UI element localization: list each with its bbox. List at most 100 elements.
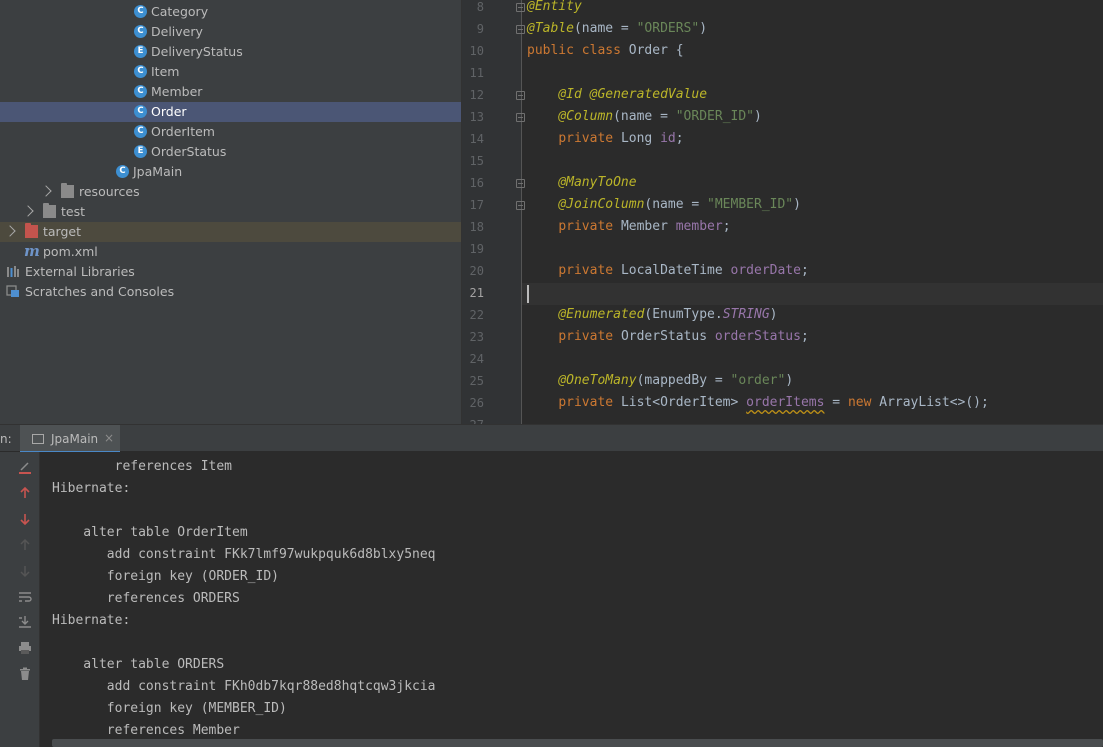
- chevron-right-icon[interactable]: [4, 225, 16, 237]
- line-number: 27: [462, 414, 484, 424]
- tree-item-label: OrderItem: [151, 124, 215, 139]
- line-number: 10: [469, 44, 484, 58]
- console-line: Hibernate:: [52, 613, 139, 628]
- code-line-8[interactable]: @Entity: [527, 0, 582, 18]
- stop-icon[interactable]: [17, 460, 33, 476]
- folder-icon: [61, 183, 74, 198]
- arrow-down-icon[interactable]: [17, 511, 33, 527]
- code-line-14[interactable]: private Long id;: [527, 128, 683, 150]
- tree-item-external-libraries[interactable]: External Libraries: [0, 262, 461, 282]
- class-icon: C: [134, 125, 147, 138]
- code-text: ArrayList<>();: [871, 395, 989, 410]
- code-line-16[interactable]: @ManyToOne: [527, 172, 637, 194]
- run-tool-window-header: n: JpaMain ×: [0, 424, 1103, 453]
- code-line-17[interactable]: @JoinColumn(name = "MEMBER_ID"): [527, 194, 801, 216]
- annotation: @Column: [558, 109, 614, 124]
- tree-item-scratches[interactable]: Scratches and Consoles: [0, 282, 461, 302]
- annotation: @Table: [527, 21, 574, 36]
- annotation: @Entity: [527, 0, 582, 14]
- soft-wrap-icon[interactable]: [17, 589, 33, 605]
- console-line: alter table OrderItem: [52, 525, 256, 540]
- print-icon[interactable]: [17, 640, 33, 656]
- string-literal: "ORDER_ID": [675, 109, 755, 124]
- code-line-18[interactable]: private Member member;: [527, 216, 730, 238]
- fold-icon[interactable]: [516, 25, 525, 34]
- code-text: (EnumType.: [644, 307, 723, 322]
- console-line: alter table ORDERS: [52, 657, 233, 672]
- folder-icon: [43, 203, 56, 218]
- annotation: @GeneratedValue: [589, 87, 708, 102]
- code-line-13[interactable]: @Column(name = "ORDER_ID"): [527, 106, 762, 128]
- keyword: private: [558, 329, 614, 344]
- fold-icon[interactable]: [516, 201, 525, 210]
- console-line: foreign key (ORDER_ID): [52, 569, 287, 584]
- line-number: 14: [469, 132, 484, 146]
- arrow-down-disabled-icon: [17, 563, 33, 579]
- tree-item-jpamain[interactable]: C JpaMain: [0, 162, 461, 182]
- console-icon: [32, 434, 44, 444]
- horizontal-scrollbar[interactable]: [52, 739, 1103, 747]
- field-name: id: [660, 131, 676, 146]
- code-line-26[interactable]: private List<OrderItem> orderItems = new…: [527, 392, 989, 414]
- line-number: 26: [469, 396, 484, 410]
- chevron-right-icon[interactable]: [40, 185, 52, 197]
- console-output[interactable]: references Item Hibernate: alter table O…: [40, 452, 1103, 747]
- tree-item-resources[interactable]: resources: [0, 182, 461, 202]
- scroll-to-end-icon[interactable]: [17, 614, 33, 630]
- tree-item-category[interactable]: C Category: [0, 2, 461, 22]
- class-icon: C: [134, 65, 147, 78]
- tree-item-label: resources: [79, 184, 140, 199]
- tree-item-orderitem[interactable]: C OrderItem: [0, 122, 461, 142]
- fold-icon[interactable]: [516, 113, 525, 122]
- string-literal: "ORDERS": [636, 21, 700, 36]
- tree-item-label: JpaMain: [133, 164, 183, 179]
- code-line-23[interactable]: private OrderStatus orderStatus;: [527, 326, 808, 348]
- string-literal: "MEMBER_ID": [707, 197, 794, 212]
- current-line-highlight: [522, 283, 1103, 305]
- fold-icon[interactable]: [516, 91, 525, 100]
- line-number: 15: [469, 154, 484, 168]
- code-line-12[interactable]: @Id @GeneratedValue: [527, 84, 707, 106]
- chevron-right-icon[interactable]: [22, 205, 34, 217]
- scratches-icon: [6, 285, 19, 298]
- editor-gutter: 8 9 10 11 12 13 14 15 16 17 18 19 20 21 …: [462, 0, 525, 424]
- code-editor[interactable]: 8 9 10 11 12 13 14 15 16 17 18 19 20 21 …: [461, 0, 1103, 424]
- fold-icon[interactable]: [516, 179, 525, 188]
- code-text: =: [824, 395, 848, 410]
- tree-item-delivery[interactable]: C Delivery: [0, 22, 461, 42]
- enum-icon: E: [134, 145, 147, 158]
- line-number: 20: [469, 264, 484, 278]
- code-text: ): [785, 373, 794, 388]
- tree-item-label: DeliveryStatus: [151, 44, 243, 59]
- tree-item-label: Order: [151, 104, 187, 119]
- tree-item-member[interactable]: C Member: [0, 82, 461, 102]
- console-line: references Item: [52, 459, 233, 474]
- tree-item-test[interactable]: test: [0, 202, 461, 222]
- keyword: private: [558, 263, 614, 278]
- tree-item-deliverystatus[interactable]: E DeliveryStatus: [0, 42, 461, 62]
- code-line-9[interactable]: @Table(name = "ORDERS"): [527, 18, 707, 40]
- arrow-up-icon[interactable]: [17, 485, 33, 501]
- close-icon[interactable]: ×: [104, 431, 114, 445]
- tree-item-orderstatus[interactable]: E OrderStatus: [0, 142, 461, 162]
- code-line-22[interactable]: @Enumerated(EnumType.STRING): [527, 304, 777, 326]
- tree-item-label: Scratches and Consoles: [25, 284, 175, 299]
- field-name: orderStatus: [714, 329, 801, 344]
- type-name: List<OrderItem>: [620, 395, 739, 410]
- tree-item-item[interactable]: C Item: [0, 62, 461, 82]
- tree-item-order[interactable]: C Order: [0, 102, 461, 122]
- code-line-20[interactable]: private LocalDateTime orderDate;: [527, 260, 808, 282]
- keyword: class: [581, 43, 621, 58]
- tree-item-target[interactable]: target: [0, 222, 461, 242]
- fold-icon[interactable]: [516, 3, 525, 12]
- code-line-10[interactable]: public class Order {: [527, 40, 684, 62]
- tree-item-pom[interactable]: m pom.xml: [0, 242, 461, 262]
- line-number: 8: [476, 0, 484, 14]
- line-number: 11: [469, 66, 484, 80]
- code-line-25[interactable]: @OneToMany(mappedBy = "order"): [527, 370, 793, 392]
- run-tab-jpamain[interactable]: JpaMain ×: [20, 425, 120, 453]
- console-line: foreign key (MEMBER_ID): [52, 701, 295, 716]
- trash-icon[interactable]: [17, 666, 33, 682]
- annotation: @ManyToOne: [558, 175, 637, 190]
- field-name: member: [675, 219, 723, 234]
